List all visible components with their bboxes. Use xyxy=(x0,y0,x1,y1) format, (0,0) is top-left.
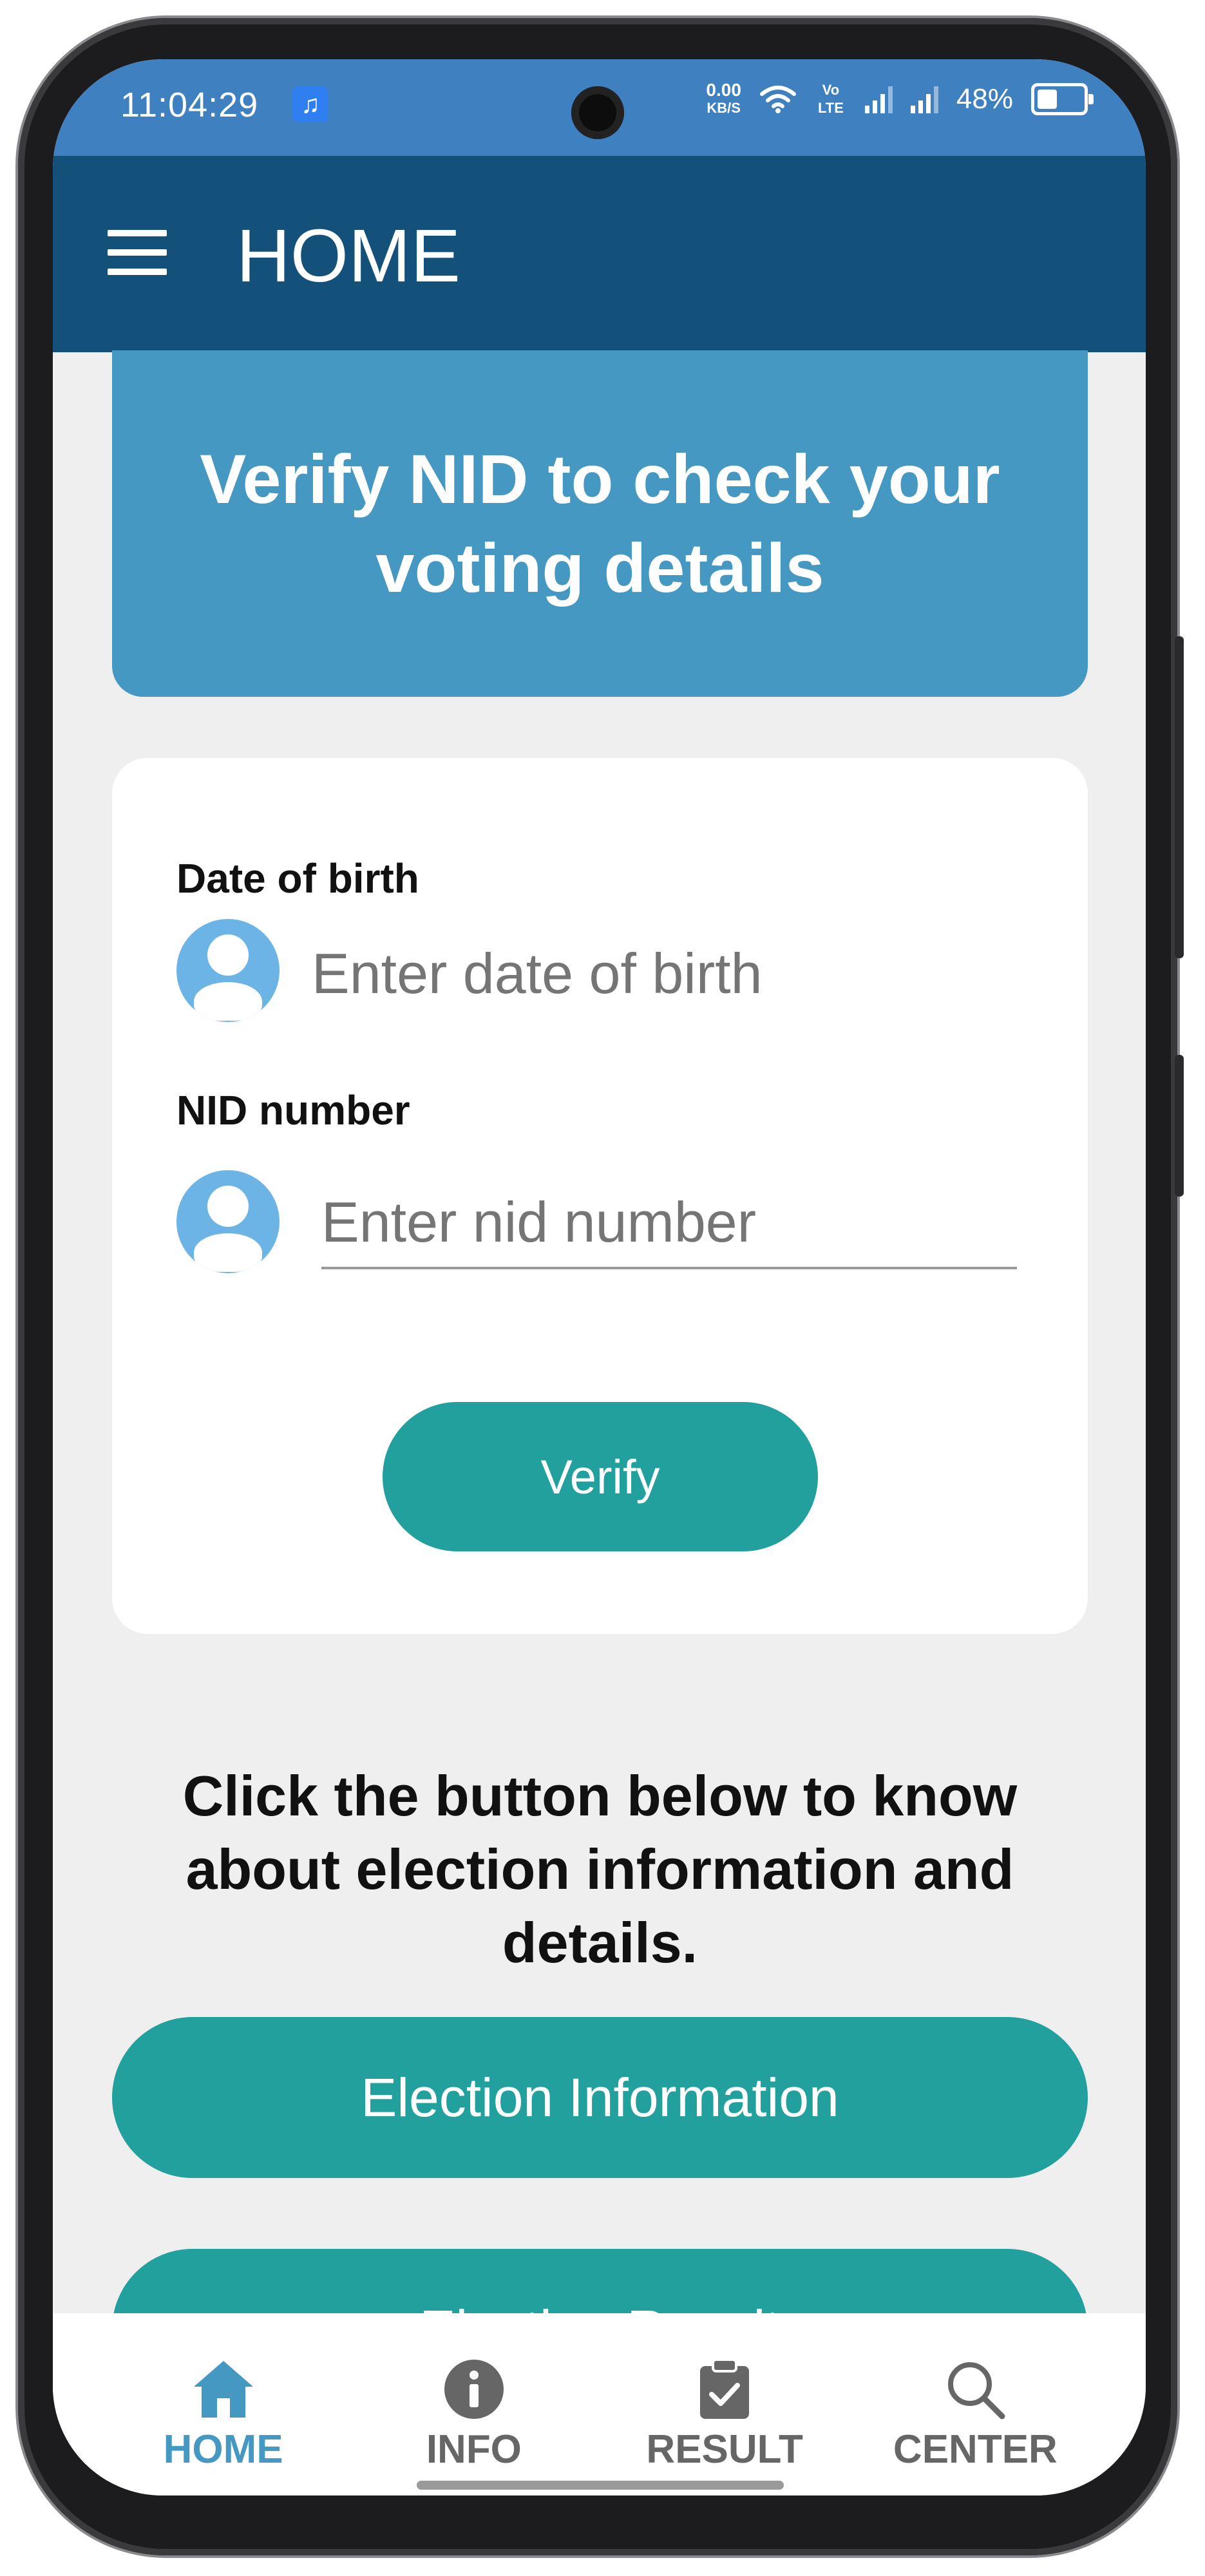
status-time: 11:04:29 xyxy=(120,86,259,124)
network-speed-value: 0.00 xyxy=(706,80,741,100)
verify-banner: Verify NID to check your voting details xyxy=(112,350,1088,697)
nav-center[interactable]: CENTER xyxy=(866,2313,1085,2472)
signal-icon-1 xyxy=(864,85,893,113)
page-title: HOME xyxy=(236,214,460,298)
nav-info-label: INFO xyxy=(426,2427,522,2472)
user-avatar-icon xyxy=(176,1170,280,1273)
battery-icon xyxy=(1031,83,1094,115)
nav-center-label: CENTER xyxy=(893,2427,1058,2472)
clipboard-check-icon xyxy=(700,2358,750,2419)
nid-input[interactable] xyxy=(321,1187,1017,1258)
power-button xyxy=(1175,1055,1184,1197)
nav-home[interactable]: HOME xyxy=(114,2313,333,2472)
search-icon xyxy=(948,2362,1005,2420)
bottom-navigation: HOME INFO RESULT CENTER xyxy=(53,2313,1146,2496)
battery-percent: 48% xyxy=(956,83,1013,115)
network-speed-unit: KB/S xyxy=(707,100,741,116)
signal-icon-2 xyxy=(910,85,938,113)
menu-icon[interactable] xyxy=(108,230,167,275)
nav-info[interactable]: INFO xyxy=(365,2313,584,2472)
front-camera xyxy=(571,86,624,139)
network-speed: 0.00 KB/S xyxy=(706,81,741,117)
status-indicators: 0.00 KB/S Vo LTE 48% xyxy=(706,81,1094,117)
volume-button xyxy=(1175,636,1184,958)
banner-text: Verify NID to check your voting details xyxy=(200,440,1000,607)
election-information-button[interactable]: Election Information xyxy=(112,2017,1088,2178)
status-bar: 11:04:29 ♫ 0.00 KB/S Vo LTE 48% xyxy=(53,59,1146,156)
info-icon xyxy=(444,2360,504,2419)
home-icon xyxy=(193,2361,253,2418)
nav-result[interactable]: RESULT xyxy=(615,2313,834,2472)
user-avatar-icon xyxy=(176,919,280,1022)
dob-input[interactable] xyxy=(312,938,1020,1009)
wifi-icon xyxy=(759,86,796,113)
dob-label: Date of birth xyxy=(176,855,419,902)
gesture-bar[interactable] xyxy=(417,2481,784,2490)
volte-icon: Vo LTE xyxy=(817,82,844,116)
nid-label: NID number xyxy=(176,1087,410,1133)
verify-button[interactable]: Verify xyxy=(383,1402,818,1551)
app-screen: 11:04:29 ♫ 0.00 KB/S Vo LTE 48% HOME Ver… xyxy=(53,59,1146,2496)
verify-form-card: Date of birth NID number Verify xyxy=(112,758,1088,1634)
nav-result-label: RESULT xyxy=(646,2427,803,2472)
nav-home-label: HOME xyxy=(163,2427,283,2472)
music-icon: ♫ xyxy=(292,86,328,122)
nid-input-underline xyxy=(321,1267,1017,1269)
info-text: Click the button below to know about ele… xyxy=(182,1764,1018,1975)
app-bar: HOME xyxy=(53,156,1146,352)
